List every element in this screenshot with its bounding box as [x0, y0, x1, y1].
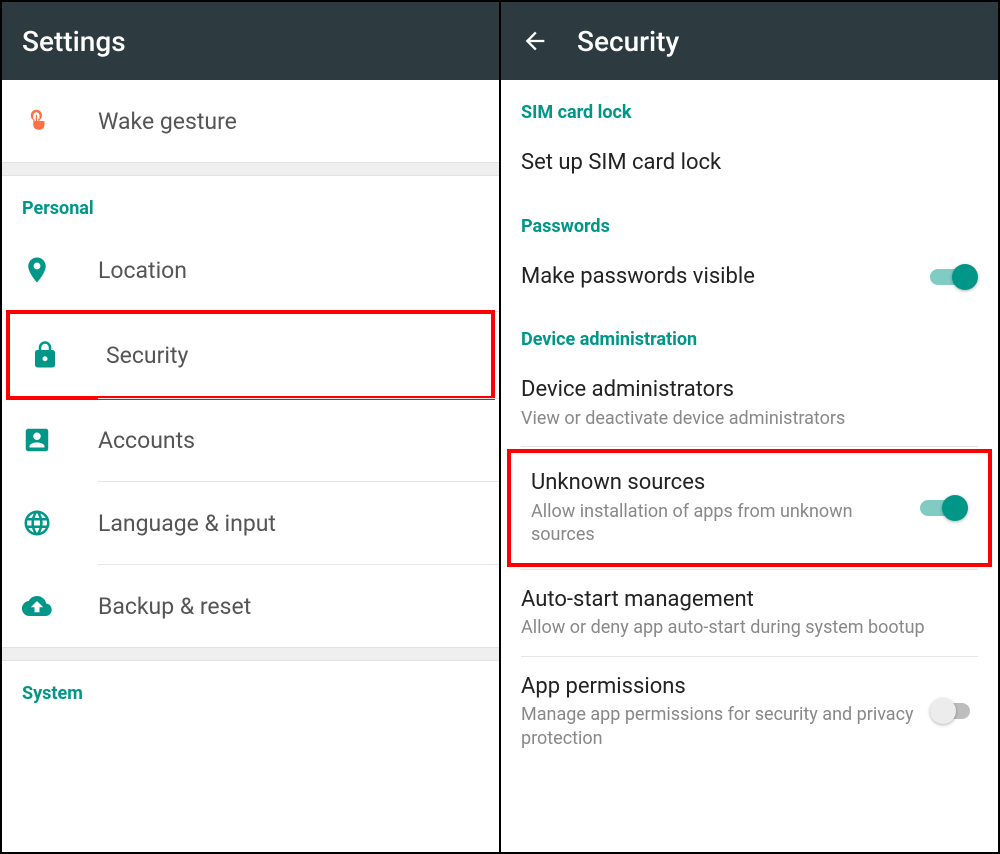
- settings-item-backup[interactable]: Backup & reset: [2, 565, 499, 647]
- section-header-system: System: [2, 661, 499, 714]
- toggle-unknown-sources[interactable]: [920, 494, 968, 522]
- security-item-unknown-sources[interactable]: Unknown sources Allow installation of ap…: [511, 453, 988, 562]
- section-header-passwords: Passwords: [501, 194, 998, 247]
- settings-item-label: Security: [106, 342, 188, 369]
- settings-item-accounts[interactable]: Accounts: [2, 399, 499, 481]
- settings-title: Settings: [22, 25, 126, 58]
- settings-item-label: Wake gesture: [98, 108, 237, 135]
- back-arrow-icon[interactable]: [521, 27, 549, 55]
- item-secondary: View or deactivate device administrators: [521, 407, 968, 430]
- settings-item-label: Language & input: [98, 510, 276, 537]
- section-divider: [2, 647, 499, 661]
- settings-appbar: Settings: [2, 2, 499, 80]
- lock-icon: [30, 340, 60, 370]
- security-item-autostart[interactable]: Auto-start management Allow or deny app …: [501, 570, 998, 656]
- item-primary: Auto-start management: [521, 586, 968, 615]
- settings-pane: Settings Wake gesture Personal Location …: [2, 2, 501, 852]
- section-divider: [2, 162, 499, 176]
- item-secondary: Manage app permissions for security and …: [521, 703, 920, 750]
- item-primary: Device administrators: [521, 376, 968, 405]
- item-primary: Unknown sources: [531, 469, 910, 498]
- globe-icon: [22, 508, 52, 538]
- location-pin-icon: [22, 255, 52, 285]
- item-primary: Make passwords visible: [521, 263, 920, 292]
- security-title: Security: [577, 25, 679, 58]
- settings-item-language[interactable]: Language & input: [2, 482, 499, 564]
- toggle-passwords-visible[interactable]: [930, 263, 978, 291]
- item-primary: Set up SIM card lock: [521, 149, 968, 178]
- cloud-upload-icon: [22, 591, 52, 621]
- settings-item-location[interactable]: Location: [2, 229, 499, 311]
- security-pane: Security SIM card lock Set up SIM card l…: [501, 2, 998, 852]
- touch-icon: [22, 106, 52, 136]
- item-primary: App permissions: [521, 673, 920, 702]
- security-item-passwords-visible[interactable]: Make passwords visible: [501, 247, 998, 308]
- item-secondary: Allow installation of apps from unknown …: [531, 500, 910, 547]
- security-item-device-administrators[interactable]: Device administrators View or deactivate…: [501, 360, 998, 446]
- item-divider: [521, 446, 978, 447]
- settings-item-label: Backup & reset: [98, 593, 251, 620]
- settings-item-label: Accounts: [98, 427, 195, 454]
- settings-item-label: Location: [98, 257, 187, 284]
- settings-item-security[interactable]: Security: [10, 314, 491, 396]
- section-header-personal: Personal: [2, 176, 499, 229]
- toggle-app-permissions[interactable]: [930, 697, 978, 725]
- security-item-app-permissions[interactable]: App permissions Manage app permissions f…: [501, 657, 998, 766]
- section-header-device-admin: Device administration: [501, 307, 998, 360]
- security-appbar: Security: [501, 2, 998, 80]
- settings-item-wake-gesture[interactable]: Wake gesture: [2, 80, 499, 162]
- section-header-simlock: SIM card lock: [501, 80, 998, 133]
- highlight-security: Security: [6, 310, 495, 400]
- account-icon: [22, 425, 52, 455]
- highlight-unknown-sources: Unknown sources Allow installation of ap…: [507, 449, 992, 566]
- security-item-sim-lock[interactable]: Set up SIM card lock: [501, 133, 998, 194]
- item-secondary: Allow or deny app auto-start during syst…: [521, 616, 968, 639]
